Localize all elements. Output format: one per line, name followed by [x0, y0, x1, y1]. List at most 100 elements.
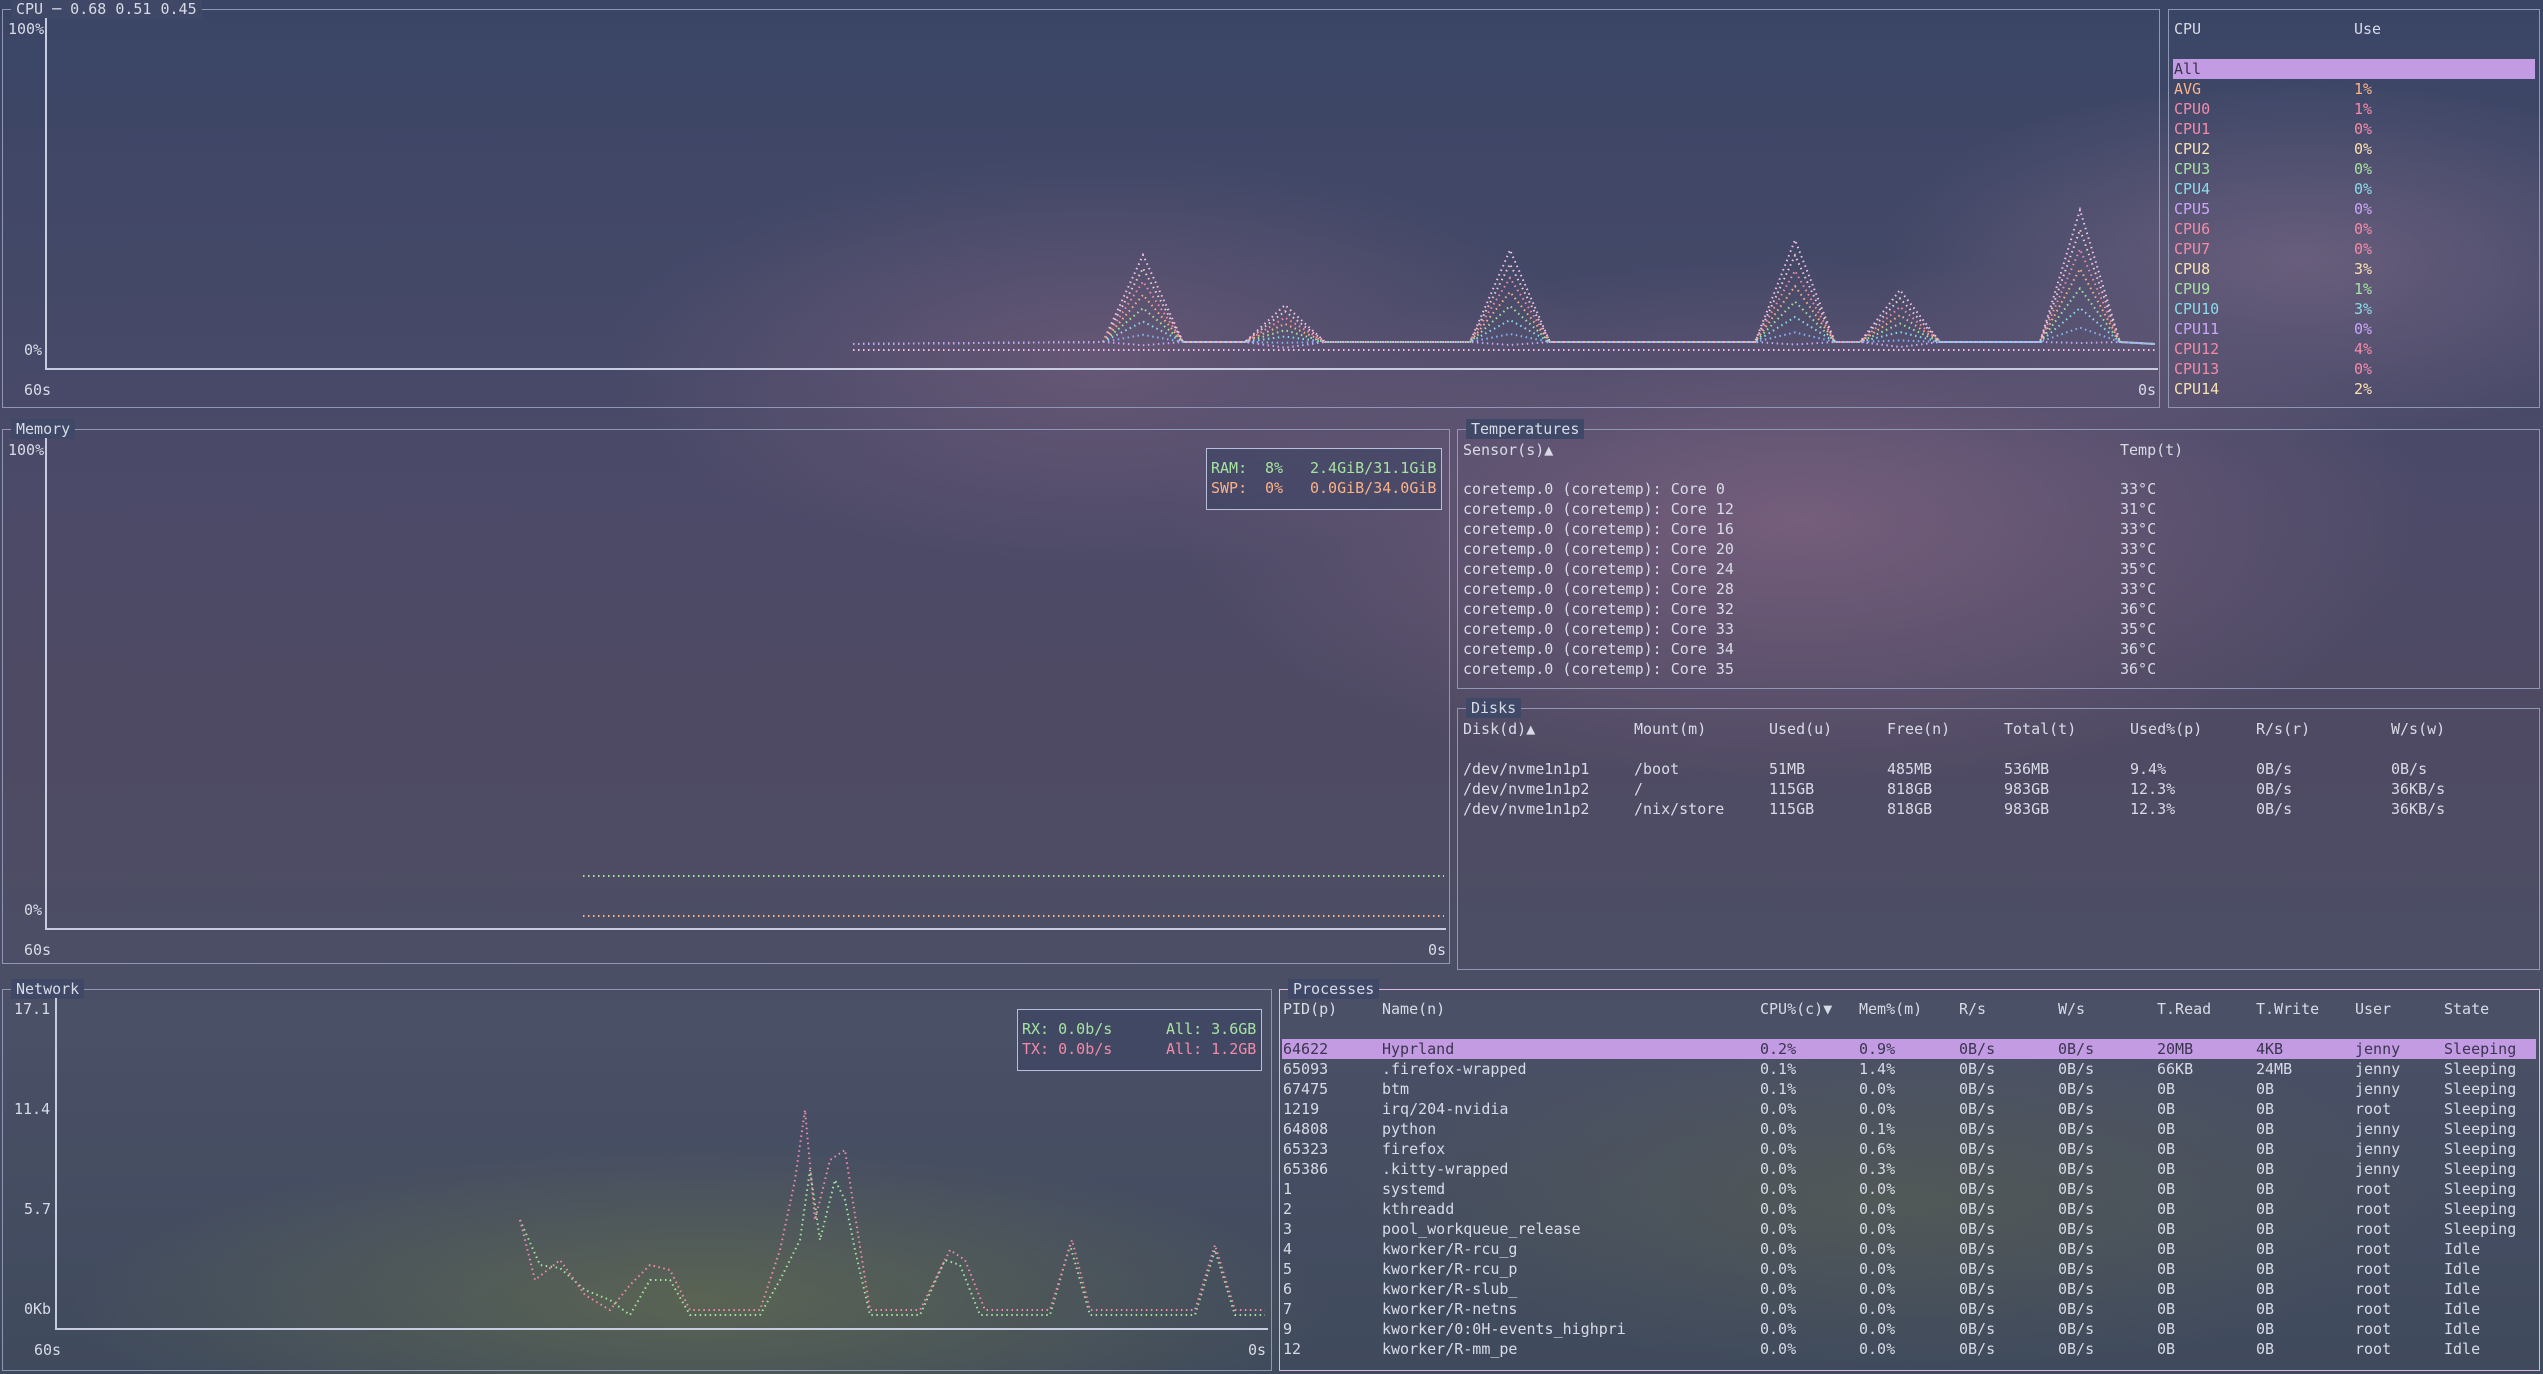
cpu-list-row[interactable]: CPU1 0% [2173, 119, 2535, 139]
process-cell: 0B/s [2058, 1340, 2095, 1358]
process-row[interactable]: 67475 btm 0.1% 0.0% 0B/s 0B/s 0B 0B jenny Sleepin… [1282, 1079, 2536, 1099]
memory-y-top-label: 100% [8, 441, 45, 459]
temperature-row[interactable]: coretemp.0 (coretemp): Core 12 31°C [1463, 499, 2533, 519]
process-col-header[interactable]: T.Write [2256, 999, 2319, 1019]
process-cell: 0.0% [1859, 1300, 1896, 1318]
cpu-list-row[interactable]: CPU2 0% [2173, 139, 2535, 159]
disks-panel-title: Disks [1466, 698, 1522, 718]
cpu-list-row[interactable]: CPU14 2% [2173, 379, 2535, 399]
process-row[interactable]: 64622 Hyprland 0.2% 0.9% 0B/s 0B/s 20MB 4KB jenn… [1282, 1039, 2536, 1059]
process-col-header[interactable]: R/s [1959, 999, 1986, 1019]
process-row[interactable]: 4 kworker/R-rcu_g 0.0% 0.0% 0B/s 0B/s 0B 0B root… [1282, 1239, 2536, 1259]
memory-x-right-label: 0s [1428, 941, 1447, 959]
cpu-use: 0% [2354, 220, 2373, 238]
temperatures-panel-title: Temperatures [1466, 419, 1585, 439]
temperature-row[interactable]: coretemp.0 (coretemp): Core 28 33°C [1463, 579, 2533, 599]
rx-total: All: 3.6GB [1166, 1020, 1257, 1038]
process-row[interactable]: 1219 irq/204-nvidia 0.0% 0.0% 0B/s 0B/s 0B 0B ro… [1282, 1099, 2536, 1119]
cpu-list-row[interactable]: CPU12 4% [2173, 339, 2535, 359]
cpu-graph-panel[interactable]: CPU ─ 0.68 0.51 0.45 [2, 0, 2160, 408]
temperature-row[interactable]: coretemp.0 (coretemp): Core 0 33°C [1463, 479, 2533, 499]
disk-row[interactable]: /dev/nvme1n1p1/boot 51MB 485MB 536MB 9.4% 0B/… [1463, 759, 2533, 779]
process-cell: 7 [1283, 1300, 1293, 1318]
process-cell: 0B/s [1959, 1120, 1996, 1138]
process-cell: 0B [2256, 1100, 2275, 1118]
cpu-x-right-label: 0s [2138, 381, 2157, 399]
process-row[interactable]: 7 kworker/R-netns 0.0% 0.0% 0B/s 0B/s 0B 0B root… [1282, 1299, 2536, 1319]
disk-col-header: W/s(w) [2391, 720, 2446, 738]
network-x-axis [55, 1328, 1268, 1330]
cpu-list-row[interactable]: CPU7 0% [2173, 239, 2535, 259]
process-row[interactable]: 65386 .kitty-wrapped 0.0% 0.3% 0B/s 0B/s 0B 0B j… [1282, 1159, 2536, 1179]
process-row[interactable]: 6 kworker/R-slub_ 0.0% 0.0% 0B/s 0B/s 0B 0B root… [1282, 1279, 2536, 1299]
disk-cell: /dev/nvme1n1p1 [1463, 760, 1590, 778]
temperature-row[interactable]: coretemp.0 (coretemp): Core 16 33°C [1463, 519, 2533, 539]
disks-panel[interactable]: Disks [1457, 698, 2540, 970]
process-cell: 0B [2256, 1260, 2275, 1278]
cpu-list-row[interactable]: CPU0 1% [2173, 99, 2535, 119]
process-row[interactable]: 12 kworker/R-mm_pe 0.0% 0.0% 0B/s 0B/s 0B 0B roo… [1282, 1339, 2536, 1359]
cpu-y-axis [45, 18, 47, 370]
process-cell: root [2355, 1280, 2392, 1298]
process-cell: Sleeping [2444, 1220, 2517, 1238]
disk-cell: 983GB [2004, 800, 2050, 818]
cpu-list-row[interactable]: CPU6 0% [2173, 219, 2535, 239]
process-col-header[interactable]: Mem%(m) [1859, 999, 1922, 1019]
process-cell: 0B [2157, 1100, 2176, 1118]
process-cell: 0.0% [1859, 1180, 1896, 1198]
process-col-header[interactable]: Name(n) [1382, 999, 1445, 1019]
process-cell: 0.0% [1760, 1100, 1797, 1118]
temperature-row[interactable]: coretemp.0 (coretemp): Core 33 35°C [1463, 619, 2533, 639]
temperature-row[interactable]: coretemp.0 (coretemp): Core 34 36°C [1463, 639, 2533, 659]
process-row[interactable]: 2 kthreadd 0.0% 0.0% 0B/s 0B/s 0B 0B root Sleepin… [1282, 1199, 2536, 1219]
process-cell: .firefox-wrapped [1382, 1060, 1527, 1078]
process-col-header[interactable]: T.Read [2157, 999, 2211, 1019]
cpu-name: CPU5 [2174, 200, 2211, 218]
cpu-list-row[interactable]: CPU11 0% [2173, 319, 2535, 339]
cpu-list-row[interactable]: CPU9 1% [2173, 279, 2535, 299]
process-cell: 0B/s [1959, 1280, 1996, 1298]
cpu-list-row[interactable]: CPU5 0% [2173, 199, 2535, 219]
process-row[interactable]: 65323 firefox 0.0% 0.6% 0B/s 0B/s 0B 0B jenny Sle… [1282, 1139, 2536, 1159]
process-cell: 0B [2157, 1160, 2176, 1178]
cpu-list-row[interactable]: All [2173, 59, 2535, 79]
process-row[interactable]: 64808 python 0.0% 0.1% 0B/s 0B/s 0B 0B jenny Slee… [1282, 1119, 2536, 1139]
process-cell: 0.0% [1760, 1240, 1797, 1258]
temperature-row[interactable]: coretemp.0 (coretemp): Core 35 36°C [1463, 659, 2533, 679]
process-col-header[interactable]: State [2444, 999, 2489, 1019]
cpu-list-row[interactable]: CPU13 0% [2173, 359, 2535, 379]
cpu-list-row[interactable]: CPU8 3% [2173, 259, 2535, 279]
temperature-row[interactable]: coretemp.0 (coretemp): Core 20 33°C [1463, 539, 2533, 559]
process-cell: Sleeping [2444, 1200, 2517, 1218]
cpu-list-row[interactable]: CPU3 0% [2173, 159, 2535, 179]
disk-col-header: Used%(p) [2130, 720, 2203, 738]
cpu-list-row[interactable]: CPU4 0% [2173, 179, 2535, 199]
process-cell: Idle [2444, 1260, 2481, 1278]
process-col-header[interactable]: W/s [2058, 999, 2085, 1019]
disk-row[interactable]: /dev/nvme1n1p2 / 115GB 818GB 983GB 12.3% 0B/s 3… [1463, 779, 2533, 799]
temp-header-temp[interactable]: Temp(t) [2120, 440, 2183, 460]
cpu-list-row[interactable]: AVG 1% [2173, 79, 2535, 99]
temp-header-sensor[interactable]: Sensor(s)▲ [1463, 440, 1553, 460]
process-cell: 0.0% [1859, 1260, 1896, 1278]
sensor-temp: 33°C [2120, 580, 2157, 598]
process-cell: jenny [2355, 1040, 2401, 1058]
disk-col-header: Free(n) [1887, 720, 1951, 738]
process-row[interactable]: 3 pool_workqueue_release 0.0% 0.0% 0B/s 0B/s 0… [1282, 1219, 2536, 1239]
process-row[interactable]: 9 kworker/0:0H-events_highpri 0.0% 0.0% 0B/s… [1282, 1319, 2536, 1339]
process-row[interactable]: 1 systemd 0.0% 0.0% 0B/s 0B/s 0B 0B root Sleeping [1282, 1179, 2536, 1199]
sensor-temp: 36°C [2120, 640, 2157, 658]
process-cell: jenny [2355, 1080, 2401, 1098]
process-col-header[interactable]: User [2355, 999, 2391, 1019]
process-row[interactable]: 65093 .firefox-wrapped 0.1% 1.4% 0B/s 0B/s 66K… [1282, 1059, 2536, 1079]
temperature-row[interactable]: coretemp.0 (coretemp): Core 24 35°C [1463, 559, 2533, 579]
process-col-header[interactable]: PID(p) [1283, 999, 1337, 1019]
process-row[interactable]: 5 kworker/R-rcu_p 0.0% 0.0% 0B/s 0B/s 0B 0B root… [1282, 1259, 2536, 1279]
process-col-header[interactable]: CPU%(c)▼ [1760, 999, 1832, 1019]
disk-col-header: R/s(r) [2256, 720, 2311, 738]
process-cell: kworker/R-mm_pe [1382, 1340, 1518, 1358]
disk-cell: /dev/nvme1n1p2 [1463, 800, 1590, 818]
disk-row[interactable]: /dev/nvme1n1p2/nix/store 115GB 818GB 983GB 1… [1463, 799, 2533, 819]
temperature-row[interactable]: coretemp.0 (coretemp): Core 32 36°C [1463, 599, 2533, 619]
cpu-list-row[interactable]: CPU10 3% [2173, 299, 2535, 319]
